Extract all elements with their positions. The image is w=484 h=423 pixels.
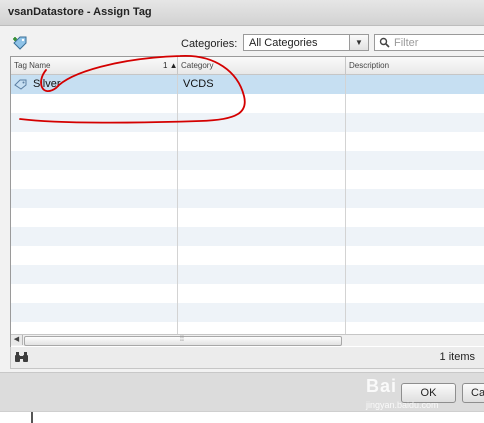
empty-row	[11, 132, 484, 151]
grip-icon: ⁞⁞	[180, 336, 184, 343]
column-gridline	[345, 75, 346, 335]
tag-add-icon[interactable]	[12, 35, 28, 51]
empty-row	[11, 189, 484, 208]
column-header-tag-name[interactable]: Tag Name	[11, 57, 178, 74]
tags-grid: Tag Name 1 ▲ Category Description Silver…	[10, 56, 484, 348]
divider	[31, 412, 33, 423]
grid-rows: Silver VCDS	[11, 75, 484, 333]
assign-tag-dialog: vsanDatastore - Assign Tag Categories: A…	[0, 0, 484, 412]
background-strip	[0, 411, 484, 423]
empty-row	[11, 265, 484, 284]
dialog-title: vsanDatastore - Assign Tag	[8, 6, 152, 18]
title-bar: vsanDatastore - Assign Tag	[0, 0, 484, 26]
items-count: 1 items	[439, 351, 475, 363]
sort-indicator: 1 ▲	[163, 61, 178, 70]
empty-row	[11, 113, 484, 132]
binoculars-icon[interactable]	[14, 351, 29, 363]
categories-dropdown[interactable]: All Categories ▼	[243, 34, 369, 51]
category-cell: VCDS	[183, 78, 214, 90]
empty-row	[11, 284, 484, 303]
watermark-url: jingyan.baidu.com	[366, 400, 439, 410]
horizontal-scrollbar[interactable]: ◀ ⁞⁞	[11, 334, 484, 346]
filter-input[interactable]: Filter	[374, 34, 484, 51]
empty-row	[11, 227, 484, 246]
toolbar: Categories: All Categories ▼ Filter	[0, 26, 484, 56]
categories-selected-value: All Categories	[249, 37, 318, 49]
watermark-logo: Bai	[366, 376, 398, 396]
empty-row	[11, 170, 484, 189]
cancel-button[interactable]: Ca	[462, 383, 484, 403]
scroll-left-arrow-icon[interactable]: ◀	[11, 335, 23, 345]
tag-name-cell: Silver	[33, 78, 61, 90]
empty-row	[11, 208, 484, 227]
column-header-category[interactable]: Category	[178, 57, 346, 74]
grid-footer: 1 items	[10, 347, 484, 369]
empty-row	[11, 246, 484, 265]
grid-header: Tag Name 1 ▲ Category Description	[11, 57, 484, 75]
filter-placeholder: Filter	[394, 37, 419, 49]
search-icon	[379, 37, 390, 48]
empty-row	[11, 151, 484, 170]
tag-icon	[14, 79, 27, 90]
table-row[interactable]: Silver VCDS	[11, 75, 484, 94]
empty-row	[11, 94, 484, 113]
column-header-description[interactable]: Description	[346, 57, 484, 74]
empty-row	[11, 303, 484, 322]
scrollbar-thumb[interactable]: ⁞⁞	[24, 336, 342, 346]
categories-label: Categories:	[181, 38, 238, 50]
dropdown-arrow-icon[interactable]: ▼	[349, 35, 368, 50]
column-gridline	[177, 75, 178, 335]
